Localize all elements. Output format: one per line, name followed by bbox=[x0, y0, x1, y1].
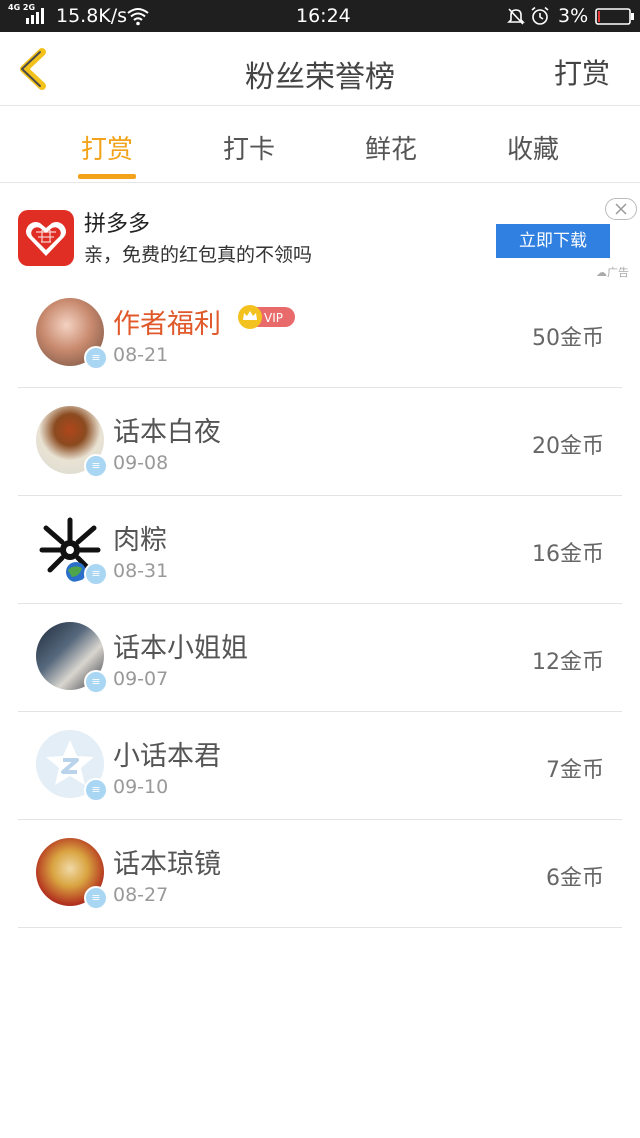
reward-date: 09-08 bbox=[113, 452, 169, 474]
fan-name: 肉粽 bbox=[113, 525, 167, 556]
tab-flowers[interactable]: 鲜花 bbox=[356, 129, 426, 166]
fan-name: 小话本君 bbox=[113, 741, 221, 772]
coin-amount: 12金币 bbox=[532, 650, 604, 675]
reward-date: 09-07 bbox=[113, 668, 169, 690]
reward-button[interactable]: 打赏 bbox=[554, 52, 610, 92]
pinduoduo-logo bbox=[18, 210, 74, 266]
coin-amount: 7金币 bbox=[546, 758, 604, 783]
alarm-icon bbox=[531, 6, 549, 25]
list-item[interactable]: ≡ 肉粽 08-31 16金币 bbox=[18, 496, 622, 604]
level-badge-icon: ≡ bbox=[84, 886, 108, 910]
app-header: 粉丝荣誉榜 打赏 bbox=[0, 32, 640, 106]
ad-app-name: 拼多多 bbox=[84, 212, 151, 237]
level-badge-icon: ≡ bbox=[84, 670, 108, 694]
coin-amount: 20金币 bbox=[532, 434, 604, 459]
svg-text:VIP: VIP bbox=[264, 311, 283, 325]
level-badge-icon: ≡ bbox=[84, 778, 108, 802]
network-speed: 15.8K/s bbox=[56, 5, 128, 27]
list-item[interactable]: ≡ 话本小姐姐 09-07 12金币 bbox=[18, 604, 622, 712]
status-bar: 4G 2G 15.8K/s 16:24 3% bbox=[0, 0, 640, 32]
list-item[interactable]: ≡ 小话本君 09-10 7金币 bbox=[18, 712, 622, 820]
ad-description: 亲，免费的红包真的不领吗 bbox=[84, 244, 313, 266]
wifi-icon bbox=[127, 8, 149, 26]
mute-icon bbox=[507, 8, 525, 25]
ad-label-text: 广告 bbox=[607, 266, 629, 279]
fan-name: 话本琼镜 bbox=[113, 849, 221, 880]
list-item[interactable]: ≡ 话本琼镜 08-27 6金币 bbox=[18, 820, 622, 928]
list-item[interactable]: ≡ 作者福利 VIP 08-21 50金币 bbox=[18, 280, 622, 388]
reward-date: 08-31 bbox=[113, 560, 169, 582]
reward-date: 08-21 bbox=[113, 344, 169, 366]
ad-label: ☁广告 bbox=[596, 264, 629, 280]
coin-amount: 6金币 bbox=[546, 866, 604, 891]
reward-date: 08-27 bbox=[113, 884, 169, 906]
fan-name: 作者福利 bbox=[113, 309, 221, 340]
level-badge-icon: ≡ bbox=[84, 346, 108, 370]
coin-amount: 50金币 bbox=[532, 326, 604, 351]
tab-checkin[interactable]: 打卡 bbox=[214, 129, 284, 166]
active-tab-indicator bbox=[78, 174, 136, 179]
tab-reward[interactable]: 打赏 bbox=[72, 129, 142, 166]
clock: 16:24 bbox=[296, 5, 351, 27]
fan-name: 话本小姐姐 bbox=[113, 633, 248, 664]
cloud-icon: ☁ bbox=[596, 266, 607, 279]
level-badge-icon: ≡ bbox=[84, 454, 108, 478]
battery-percent: 3% bbox=[558, 5, 589, 27]
tab-bar: 打赏 打卡 鲜花 收藏 bbox=[0, 107, 640, 183]
fan-name: 话本白夜 bbox=[113, 417, 221, 448]
tab-favorites[interactable]: 收藏 bbox=[498, 129, 568, 166]
reward-date: 09-10 bbox=[113, 776, 169, 798]
download-button[interactable]: 立即下载 bbox=[496, 224, 610, 258]
list-item[interactable]: ≡ 话本白夜 09-08 20金币 bbox=[18, 388, 622, 496]
close-icon[interactable] bbox=[605, 198, 637, 220]
level-badge-icon: ≡ bbox=[84, 562, 108, 586]
battery-icon bbox=[595, 8, 634, 25]
ad-banner[interactable]: 拼多多 亲，免费的红包真的不领吗 立即下载 ☁广告 bbox=[0, 184, 640, 280]
coin-amount: 16金币 bbox=[532, 542, 604, 567]
signal-icon bbox=[26, 8, 44, 24]
page-title: 粉丝荣誉榜 bbox=[245, 60, 395, 95]
vip-badge: VIP bbox=[238, 305, 295, 329]
